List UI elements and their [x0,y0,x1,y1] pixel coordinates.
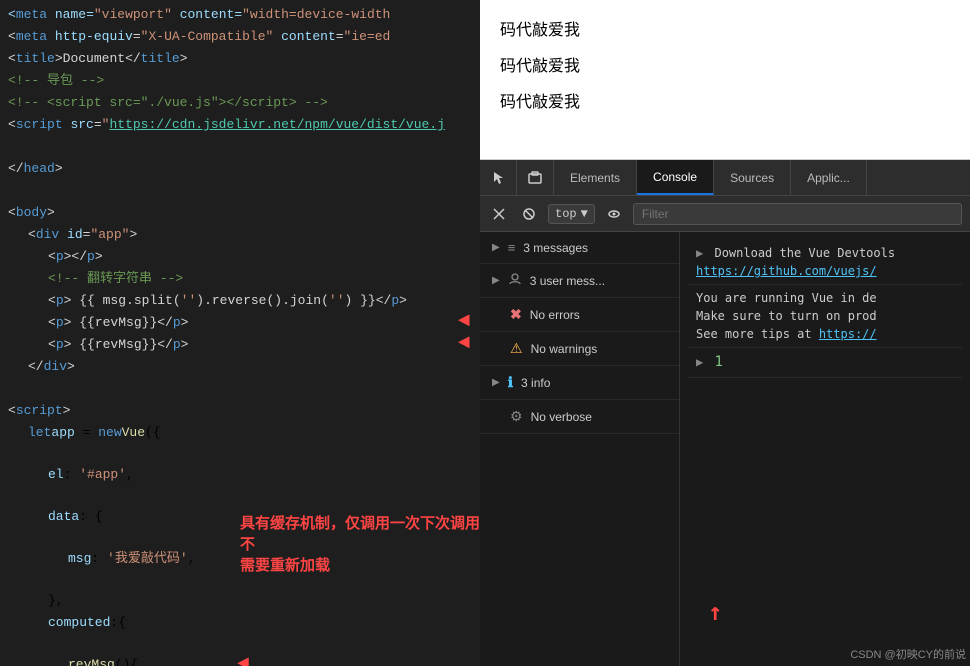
code-line: <meta http-equiv="X-UA-Compatible" conte… [0,26,480,48]
context-dropdown[interactable]: top ▼ [548,204,595,224]
user-icon [508,272,522,289]
filter-input[interactable] [633,203,962,225]
arrow-icon: ▶ [492,275,500,286]
right-panel: 码代敲爱我 码代敲爱我 码代敲爱我 [480,0,970,666]
sidebar-errors-label: No errors [530,308,580,322]
message-text: You are running Vue in deMake sure to tu… [696,291,877,341]
code-line: <div id="app"> [0,224,480,246]
arrow-icon: ▶ [492,242,500,253]
code-line: <title>Document</title> [0,48,480,70]
sidebar-item-errors[interactable]: ✖ No errors [480,298,679,332]
code-line: <!-- 翻转字符串 --> [0,268,480,290]
code-line [0,180,480,202]
code-line: <p> {{revMsg}}</p> ◄ [0,312,480,334]
sidebar-info-label: 3 info [521,376,550,390]
code-line [0,378,480,400]
arrow-icon: ▶ [492,377,500,388]
devtools: Elements Console Sources Applic... [480,160,970,666]
info-icon: ℹ [508,374,513,391]
code-line: el: '#app', [0,464,480,506]
preview-text-3: 码代敲爱我 [500,88,950,112]
console-messages: ▶ Download the Vue Devtools https://gith… [680,232,970,666]
error-icon: ✖ [510,306,522,323]
code-line: <script src="https://cdn.jsdelivr.net/np… [0,114,480,136]
code-line: <!-- <script src="./vue.js"></script> --… [0,92,480,114]
sidebar-item-warnings[interactable]: ⚠ No warnings [480,332,679,366]
code-line: </div> [0,356,480,378]
code-line: <script> [0,400,480,422]
tab-sources[interactable]: Sources [714,160,791,195]
sidebar-item-messages[interactable]: ▶ ≡ 3 messages [480,232,679,264]
sidebar-messages-label: 3 messages [523,241,588,255]
code-line: computed:{ [0,612,480,654]
context-label: top [555,207,577,221]
console-message-devmode: You are running Vue in deMake sure to tu… [688,285,962,348]
code-line: <p> {{ msg.split('').reverse().join('') … [0,290,480,312]
code-editor: <meta name="viewport" content="width=dev… [0,0,480,666]
eye-button[interactable] [603,203,625,225]
sidebar-item-user-messages[interactable]: ▶ 3 user mess... [480,264,679,298]
code-line: <body> [0,202,480,224]
main-layout: <meta name="viewport" content="width=dev… [0,0,970,666]
code-line: <meta name="viewport" content="width=dev… [0,4,480,26]
code-line: <!-- 导包 --> [0,70,480,92]
verbose-icon: ⚙ [510,408,523,425]
sidebar-verbose-label: No verbose [531,410,592,424]
message-text: Download the Vue Devtools https://github… [696,246,895,278]
dropdown-arrow-icon: ▼ [581,207,588,221]
log-value: 1 [714,354,722,370]
sidebar-item-verbose[interactable]: ⚙ No verbose [480,400,679,434]
sidebar-user-messages-label: 3 user mess... [530,274,605,288]
code-line: <p> {{revMsg}}</p> ◄ [0,334,480,356]
preview-text-1: 码代敲爱我 [500,16,950,40]
code-line: <p></p> [0,246,480,268]
csdn-watermark: CSDN @初映CY的前说 [850,646,966,662]
block-button[interactable] [518,203,540,225]
devtools-tabs: Elements Console Sources Applic... [480,160,970,196]
sidebar-warnings-label: No warnings [531,342,598,356]
code-line: }, [0,590,480,612]
code-line: revMsg(){ ◄ [0,654,480,666]
expand-icon[interactable]: ▶ [696,355,703,369]
browser-preview: 码代敲爱我 码代敲爱我 码代敲爱我 [480,0,970,160]
code-line [0,136,480,158]
code-line: let app = new Vue({ [0,422,480,464]
sidebar-item-info[interactable]: ▶ ℹ 3 info [480,366,679,400]
devtools-body: ▶ ≡ 3 messages ▶ 3 user mess... [480,232,970,666]
devtools-icon-cursor[interactable] [480,160,517,195]
devtools-icon-box[interactable] [517,160,554,195]
tab-console[interactable]: Console [637,160,714,195]
code-line: msg: '我爱敲代码', [0,548,480,590]
messages-icon: ≡ [508,240,516,255]
clear-console-button[interactable] [488,203,510,225]
devtools-toolbar: top ▼ [480,196,970,232]
arrow-up-annotation: ↑ [708,598,722,626]
warning-icon: ⚠ [510,340,523,357]
console-message-devtools: ▶ Download the Vue Devtools https://gith… [688,240,962,285]
console-sidebar: ▶ ≡ 3 messages ▶ 3 user mess... [480,232,680,666]
code-line: data: { [0,506,480,548]
code-line: </head> [0,158,480,180]
tab-elements[interactable]: Elements [554,160,637,195]
expand-icon[interactable]: ▶ [696,246,703,260]
preview-text-2: 码代敲爱我 [500,52,950,76]
console-message-log: ▶ 1 [688,348,962,378]
tab-application[interactable]: Applic... [791,160,867,195]
